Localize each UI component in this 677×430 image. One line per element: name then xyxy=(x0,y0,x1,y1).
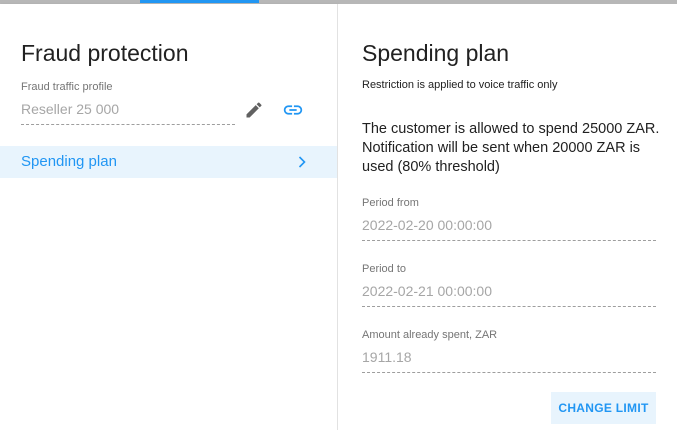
fraud-protection-title: Fraud protection xyxy=(21,40,189,66)
spending-plan-title: Spending plan xyxy=(362,40,510,66)
menu-item-label: Spending plan xyxy=(21,153,117,170)
period-from-field[interactable]: 2022-02-20 00:00:00 xyxy=(362,216,492,234)
fraud-profile-value[interactable]: Reseller 25 000 xyxy=(21,100,119,118)
spending-description: The customer is allowed to spend 25000 Z… xyxy=(362,121,660,175)
spending-plan-panel: Spending plan Restriction is applied to … xyxy=(338,4,677,430)
amount-spent-field[interactable]: 1911.18 xyxy=(362,348,412,366)
fraud-profile-underline xyxy=(21,124,235,125)
active-tab-indicator xyxy=(140,0,259,3)
period-to-field[interactable]: 2022-02-21 00:00:00 xyxy=(362,282,492,300)
restriction-note: Restriction is applied to voice traffic … xyxy=(362,79,558,91)
fraud-profile-label: Fraud traffic profile xyxy=(21,81,113,93)
chevron-right-icon xyxy=(294,154,310,170)
change-limit-button[interactable]: CHANGE LIMIT xyxy=(551,392,656,424)
pencil-icon[interactable] xyxy=(242,98,266,122)
amount-spent-label: Amount already spent, ZAR xyxy=(362,329,498,341)
period-to-underline xyxy=(362,306,656,307)
fraud-protection-panel: Fraud protection Fraud traffic profile R… xyxy=(0,4,338,430)
period-to-label: Period to xyxy=(362,263,407,275)
link-icon[interactable] xyxy=(281,98,305,122)
amount-spent-underline xyxy=(362,372,656,373)
period-from-label: Period from xyxy=(362,197,419,209)
menu-item-spending-plan[interactable]: Spending plan xyxy=(0,146,337,178)
period-from-underline xyxy=(362,240,656,241)
